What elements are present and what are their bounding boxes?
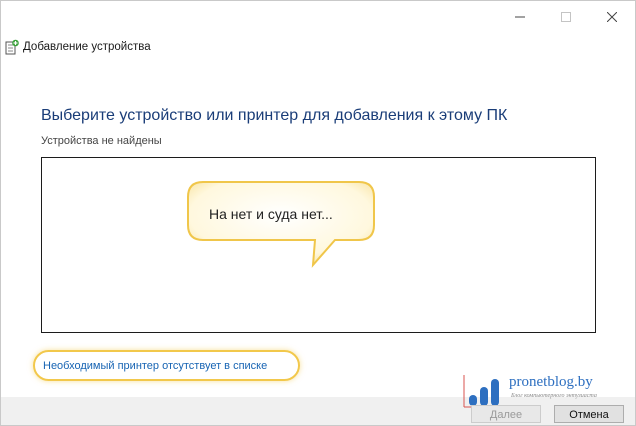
maximize-icon [561,12,571,22]
speech-bubble: На нет и суда нет... [183,179,375,271]
dialog-title: Добавление устройства [23,41,151,53]
add-device-window: Добавление устройства Выберите устройств… [0,0,636,426]
minimize-button[interactable] [497,1,543,33]
close-icon [607,12,617,22]
close-button[interactable] [589,1,635,33]
maximize-button[interactable] [543,1,589,33]
speech-bubble-shape [187,181,375,268]
watermark-tagline: Блог компьютерного энтузиаста [511,393,597,399]
speech-bubble-text: На нет и суда нет... [209,206,333,222]
status-text: Устройства не найдены [41,135,162,147]
page-heading: Выберите устройство или принтер для доба… [41,107,508,124]
title-bar[interactable] [1,1,635,33]
dialog-header: Добавление устройства [5,38,305,58]
watermark-name: pronetblog.by [509,374,593,390]
next-button[interactable]: Далее [471,405,541,423]
cancel-button[interactable]: Отмена [554,405,624,423]
minimize-icon [515,16,525,18]
printer-not-listed-link[interactable]: Необходимый принтер отсутствует в списке [43,360,267,372]
printer-add-icon [5,39,19,55]
